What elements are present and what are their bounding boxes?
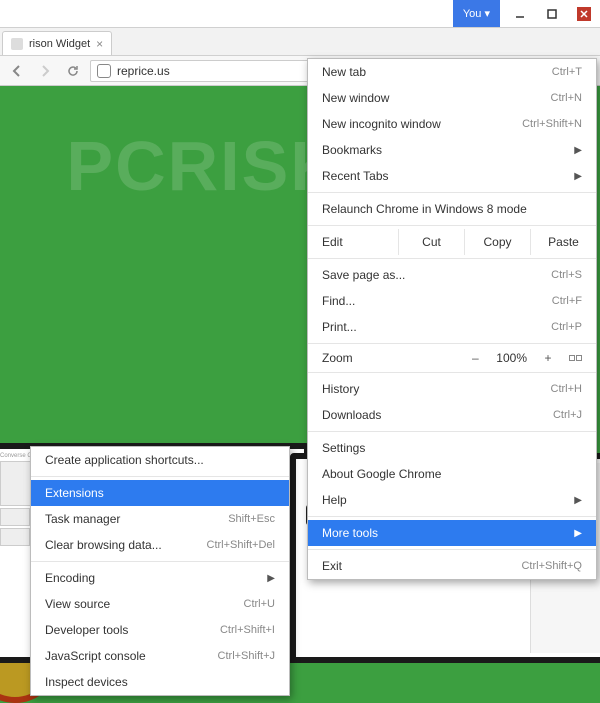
forward-button[interactable] <box>34 60 56 82</box>
menu-downloads[interactable]: DownloadsCtrl+J <box>308 402 596 428</box>
menu-about[interactable]: About Google Chrome <box>308 461 596 487</box>
menu-separator <box>31 561 289 562</box>
user-profile-button[interactable]: You ▾ <box>453 0 500 27</box>
submenu-view-source[interactable]: View sourceCtrl+U <box>31 591 289 617</box>
zoom-out-button[interactable]: – <box>466 351 484 365</box>
menu-separator <box>308 225 596 226</box>
menu-separator <box>308 343 596 344</box>
submenu-developer-tools[interactable]: Developer toolsCtrl+Shift+I <box>31 617 289 643</box>
chevron-right-icon: ▶ <box>574 495 582 506</box>
zoom-in-button[interactable]: + <box>539 351 557 365</box>
chevron-right-icon: ▶ <box>574 171 582 182</box>
menu-relaunch-win8[interactable]: Relaunch Chrome in Windows 8 mode <box>308 196 596 222</box>
menu-separator <box>308 372 596 373</box>
menu-paste[interactable]: Paste <box>531 229 596 255</box>
menu-cut[interactable]: Cut <box>399 229 465 255</box>
chevron-right-icon: ▶ <box>267 573 275 584</box>
fullscreen-icon[interactable] <box>569 355 582 361</box>
menu-settings[interactable]: Settings <box>308 435 596 461</box>
menu-copy[interactable]: Copy <box>465 229 531 255</box>
menu-zoom-row: Zoom – 100% + <box>308 347 596 369</box>
menu-separator <box>308 549 596 550</box>
submenu-encoding[interactable]: Encoding▶ <box>31 565 289 591</box>
menu-edit-row: Edit Cut Copy Paste <box>308 229 596 255</box>
menu-bookmarks[interactable]: Bookmarks▶ <box>308 137 596 163</box>
submenu-js-console[interactable]: JavaScript consoleCtrl+Shift+J <box>31 643 289 669</box>
menu-separator <box>308 516 596 517</box>
submenu-clear-data[interactable]: Clear browsing data...Ctrl+Shift+Del <box>31 532 289 558</box>
chevron-right-icon: ▶ <box>574 145 582 156</box>
menu-save-as[interactable]: Save page as...Ctrl+S <box>308 262 596 288</box>
maximize-button[interactable] <box>536 0 568 27</box>
menu-separator <box>308 431 596 432</box>
more-tools-submenu: Create application shortcuts... Extensio… <box>30 446 290 696</box>
menu-print[interactable]: Print...Ctrl+P <box>308 314 596 340</box>
tab-strip: rison Widget × <box>0 28 600 56</box>
menu-recent-tabs[interactable]: Recent Tabs▶ <box>308 163 596 189</box>
menu-new-incognito[interactable]: New incognito windowCtrl+Shift+N <box>308 111 596 137</box>
menu-edit-label: Edit <box>308 229 398 255</box>
submenu-inspect-devices[interactable]: Inspect devices <box>31 669 289 695</box>
menu-separator <box>308 192 596 193</box>
close-button[interactable] <box>568 0 600 27</box>
menu-new-window[interactable]: New windowCtrl+N <box>308 85 596 111</box>
submenu-create-shortcuts[interactable]: Create application shortcuts... <box>31 447 289 473</box>
menu-new-tab[interactable]: New tabCtrl+T <box>308 59 596 85</box>
favicon-icon <box>11 38 23 50</box>
submenu-extensions[interactable]: Extensions <box>31 480 289 506</box>
zoom-percent: 100% <box>496 351 527 365</box>
chrome-main-menu: New tabCtrl+T New windowCtrl+N New incog… <box>307 58 597 580</box>
menu-separator <box>308 258 596 259</box>
menu-history[interactable]: HistoryCtrl+H <box>308 376 596 402</box>
chevron-right-icon: ▶ <box>574 528 582 539</box>
minimize-button[interactable] <box>504 0 536 27</box>
tab-close-icon[interactable]: × <box>96 37 103 51</box>
reload-button[interactable] <box>62 60 84 82</box>
tab-title: rison Widget <box>29 38 90 50</box>
menu-help[interactable]: Help▶ <box>308 487 596 513</box>
site-identity-icon[interactable] <box>97 64 111 78</box>
menu-zoom-label: Zoom <box>322 351 353 365</box>
submenu-task-manager[interactable]: Task managerShift+Esc <box>31 506 289 532</box>
back-button[interactable] <box>6 60 28 82</box>
window-titlebar: You ▾ <box>0 0 600 28</box>
menu-find[interactable]: Find...Ctrl+F <box>308 288 596 314</box>
menu-exit[interactable]: ExitCtrl+Shift+Q <box>308 553 596 579</box>
menu-separator <box>31 476 289 477</box>
browser-tab[interactable]: rison Widget × <box>2 31 112 55</box>
menu-more-tools[interactable]: More tools▶ <box>308 520 596 546</box>
